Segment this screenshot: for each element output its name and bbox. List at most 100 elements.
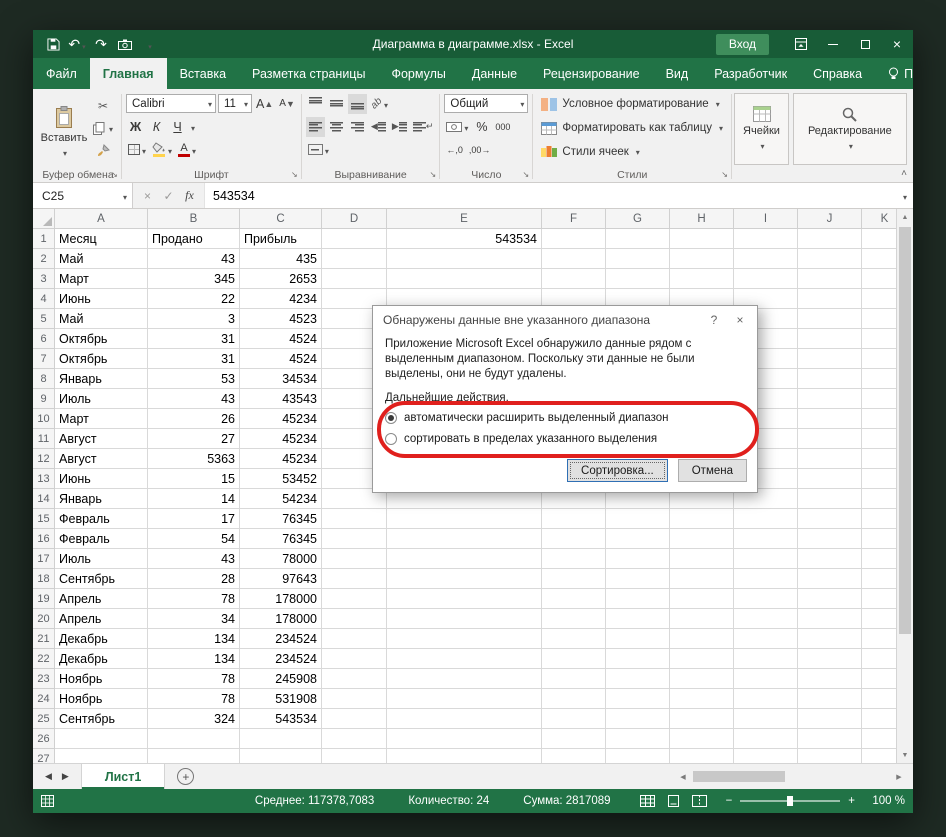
row-header-11[interactable]: 11: [33, 429, 55, 449]
wrap-text-button[interactable]: ↵: [411, 117, 436, 137]
comma-style-button[interactable]: 000: [493, 117, 512, 137]
collapse-ribbon-button[interactable]: ˄: [901, 168, 907, 179]
tab-page-layout[interactable]: Разметка страницы: [239, 58, 378, 89]
cell-A11[interactable]: Август: [55, 429, 148, 449]
cell-H17[interactable]: [670, 549, 734, 569]
cell-G1[interactable]: [606, 229, 670, 249]
cell-E16[interactable]: [387, 529, 542, 549]
cell-A6[interactable]: Октябрь: [55, 329, 148, 349]
orientation-button[interactable]: ab: [369, 94, 390, 114]
align-bottom-button[interactable]: [348, 94, 367, 114]
alignment-dialog-launcher[interactable]: [427, 169, 438, 180]
cell-C17[interactable]: 78000: [240, 549, 322, 569]
cell-H22[interactable]: [670, 649, 734, 669]
cell-A5[interactable]: Май: [55, 309, 148, 329]
italic-button[interactable]: К: [147, 117, 166, 137]
insert-function-button[interactable]: fx: [180, 188, 199, 203]
column-header-I[interactable]: I: [734, 209, 798, 229]
row-header-16[interactable]: 16: [33, 529, 55, 549]
tab-data[interactable]: Данные: [459, 58, 530, 89]
tab-insert[interactable]: Вставка: [167, 58, 239, 89]
cell-J6[interactable]: [798, 329, 862, 349]
cell-E1[interactable]: 543534: [387, 229, 542, 249]
cell-J18[interactable]: [798, 569, 862, 589]
cell-J21[interactable]: [798, 629, 862, 649]
cell-K24[interactable]: [862, 689, 896, 709]
cancel-button[interactable]: Отмена: [678, 459, 747, 482]
cell-G19[interactable]: [606, 589, 670, 609]
cell-H3[interactable]: [670, 269, 734, 289]
page-break-view-button[interactable]: [691, 794, 708, 809]
cell-E18[interactable]: [387, 569, 542, 589]
cell-F15[interactable]: [542, 509, 606, 529]
cell-A13[interactable]: Июнь: [55, 469, 148, 489]
row-header-15[interactable]: 15: [33, 509, 55, 529]
cell-D1[interactable]: [322, 229, 387, 249]
scroll-down-button[interactable]: ▼: [897, 747, 913, 763]
cell-F3[interactable]: [542, 269, 606, 289]
row-header-17[interactable]: 17: [33, 549, 55, 569]
column-header-B[interactable]: B: [148, 209, 240, 229]
cell-B10[interactable]: 26: [148, 409, 240, 429]
bold-button[interactable]: Ж: [126, 117, 145, 137]
vertical-scrollbar[interactable]: ▲ ▼: [896, 209, 913, 763]
tab-home[interactable]: Главная: [90, 58, 167, 89]
row-header-25[interactable]: 25: [33, 709, 55, 729]
cell-D3[interactable]: [322, 269, 387, 289]
cell-K20[interactable]: [862, 609, 896, 629]
cell-H1[interactable]: [670, 229, 734, 249]
cell-I22[interactable]: [734, 649, 798, 669]
cell-E17[interactable]: [387, 549, 542, 569]
cell-J14[interactable]: [798, 489, 862, 509]
cell-F21[interactable]: [542, 629, 606, 649]
cell-H15[interactable]: [670, 509, 734, 529]
cell-C27[interactable]: [240, 749, 322, 763]
sort-button[interactable]: Сортировка...: [567, 459, 668, 482]
cell-B26[interactable]: [148, 729, 240, 749]
cell-K10[interactable]: [862, 409, 896, 429]
cell-A24[interactable]: Ноябрь: [55, 689, 148, 709]
cell-C14[interactable]: 54234: [240, 489, 322, 509]
underline-options-caret[interactable]: [189, 118, 195, 136]
zoom-in-button[interactable]: +: [848, 795, 855, 807]
tab-view[interactable]: Вид: [653, 58, 702, 89]
font-color-button[interactable]: А: [176, 140, 198, 160]
radio-sort-within-selection[interactable]: сортировать в пределах указанного выделе…: [385, 428, 745, 449]
accounting-format-button[interactable]: [444, 117, 470, 137]
cell-J16[interactable]: [798, 529, 862, 549]
cell-C18[interactable]: 97643: [240, 569, 322, 589]
cell-D22[interactable]: [322, 649, 387, 669]
cell-D23[interactable]: [322, 669, 387, 689]
increase-decimal-button[interactable]: ←,0: [444, 140, 465, 160]
cell-D17[interactable]: [322, 549, 387, 569]
cell-E22[interactable]: [387, 649, 542, 669]
tab-developer[interactable]: Разработчик: [701, 58, 800, 89]
cell-C4[interactable]: 4234: [240, 289, 322, 309]
cell-B27[interactable]: [148, 749, 240, 763]
row-header-2[interactable]: 2: [33, 249, 55, 269]
cell-A26[interactable]: [55, 729, 148, 749]
cell-D15[interactable]: [322, 509, 387, 529]
row-header-26[interactable]: 26: [33, 729, 55, 749]
cell-J25[interactable]: [798, 709, 862, 729]
cell-C1[interactable]: Прибыль: [240, 229, 322, 249]
maximize-button[interactable]: [849, 30, 881, 58]
conditional-formatting-button[interactable]: Условное форматирование: [537, 92, 727, 116]
cell-F1[interactable]: [542, 229, 606, 249]
cell-I18[interactable]: [734, 569, 798, 589]
cell-I20[interactable]: [734, 609, 798, 629]
cell-C9[interactable]: 43543: [240, 389, 322, 409]
cell-E24[interactable]: [387, 689, 542, 709]
cell-C2[interactable]: 435: [240, 249, 322, 269]
row-header-4[interactable]: 4: [33, 289, 55, 309]
cell-B4[interactable]: 22: [148, 289, 240, 309]
page-layout-view-button[interactable]: [665, 794, 682, 809]
minimize-button[interactable]: [817, 30, 849, 58]
align-middle-button[interactable]: [327, 94, 346, 114]
cell-E15[interactable]: [387, 509, 542, 529]
row-header-3[interactable]: 3: [33, 269, 55, 289]
cell-K22[interactable]: [862, 649, 896, 669]
scroll-left-button[interactable]: ◀: [675, 773, 691, 781]
cell-B15[interactable]: 17: [148, 509, 240, 529]
cell-C19[interactable]: 178000: [240, 589, 322, 609]
